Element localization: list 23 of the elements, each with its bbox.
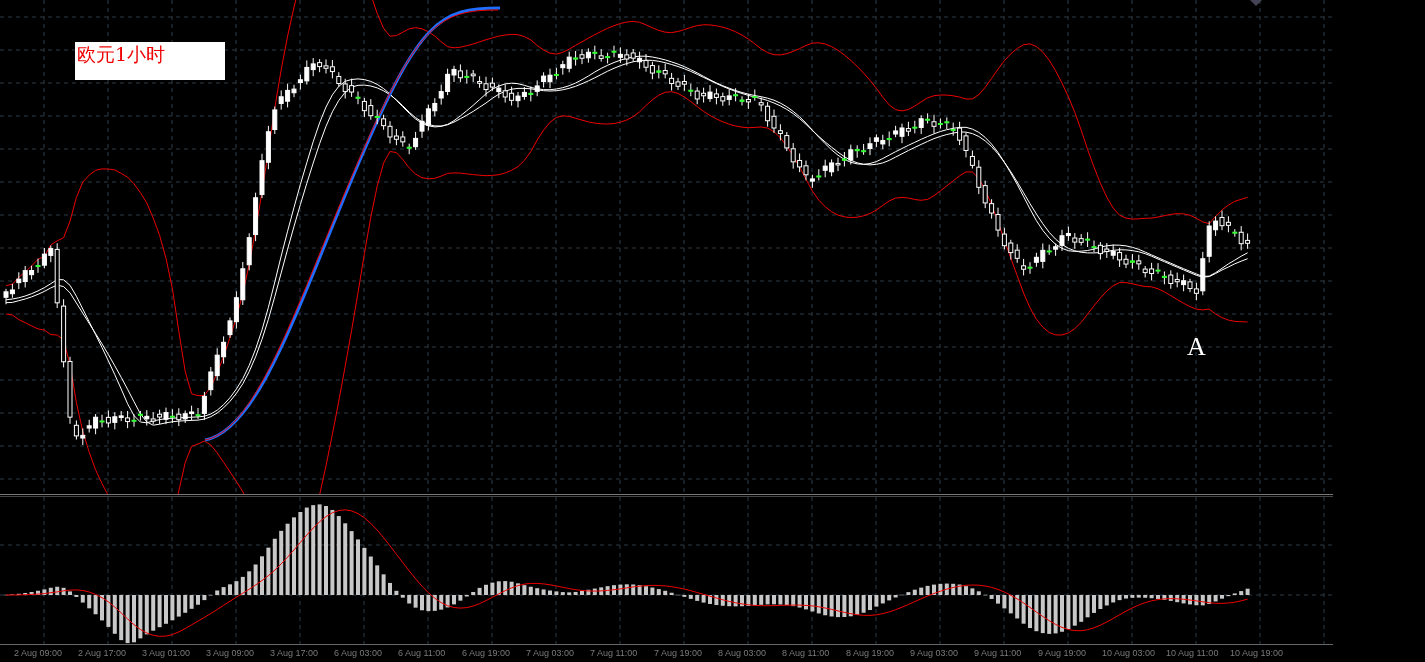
time-axis-label: 6 Aug 03:00 bbox=[334, 647, 384, 660]
time-axis-label: 3 Aug 09:00 bbox=[206, 647, 256, 660]
time-axis-label: 6 Aug 19:00 bbox=[462, 647, 512, 660]
time-axis-label: 3 Aug 17:00 bbox=[270, 647, 320, 660]
time-axis-label: 7 Aug 03:00 bbox=[526, 647, 576, 660]
point-label: A bbox=[1187, 332, 1206, 362]
time-axis-label: 3 Aug 01:00 bbox=[142, 647, 192, 660]
time-axis-label: 8 Aug 11:00 bbox=[782, 647, 831, 660]
scroll-marker-icon bbox=[1250, 0, 1262, 6]
time-axis-label: 7 Aug 19:00 bbox=[654, 647, 704, 660]
chart-title-label: 欧元1小时 bbox=[75, 42, 225, 80]
time-axis-label: 8 Aug 03:00 bbox=[718, 647, 768, 660]
time-axis-label: 10 Aug 19:00 bbox=[1230, 647, 1285, 660]
time-axis-label: 10 Aug 03:00 bbox=[1102, 647, 1157, 660]
time-axis-label: 9 Aug 19:00 bbox=[1038, 647, 1088, 660]
time-axis-label: 2 Aug 17:00 bbox=[78, 647, 128, 660]
time-axis-label: 2 Aug 09:00 bbox=[14, 647, 64, 660]
time-axis-label: 9 Aug 03:00 bbox=[910, 647, 960, 660]
time-axis-label: 6 Aug 11:00 bbox=[398, 647, 447, 660]
time-axis-label: 10 Aug 11:00 bbox=[1166, 647, 1220, 660]
time-axis-label: 7 Aug 11:00 bbox=[590, 647, 639, 660]
time-axis-label: 9 Aug 11:00 bbox=[974, 647, 1023, 660]
time-axis-label: 8 Aug 19:00 bbox=[846, 647, 896, 660]
